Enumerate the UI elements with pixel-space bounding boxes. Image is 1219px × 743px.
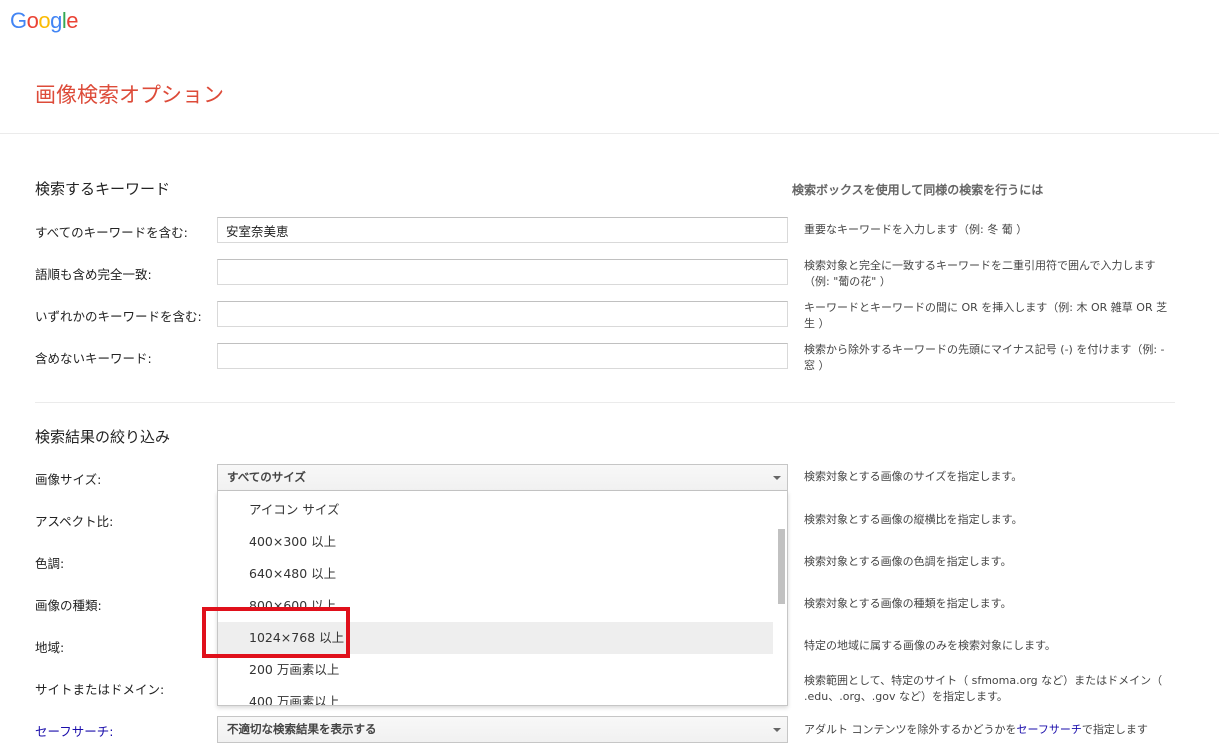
site-domain-help: 検索範囲として、特定のサイト（ sfmoma.org など）またはドメイン（ .… — [804, 674, 1163, 703]
color-label: 色調: — [35, 556, 65, 571]
color-help: 検索対象とする画像の色調を指定します。 — [804, 555, 1012, 568]
safesearch-help-suffix: で指定します — [1081, 723, 1148, 736]
any-words-label: いずれかのキーワードを含む: — [35, 309, 202, 324]
size-option-icon[interactable]: アイコン サイズ — [218, 494, 773, 526]
dropdown-arrow-icon — [773, 728, 781, 732]
site-domain-label: サイトまたはドメイン: — [35, 682, 165, 697]
image-type-label: 画像の種類: — [35, 598, 102, 613]
all-words-input[interactable] — [217, 217, 788, 243]
keywords-section-title: 検索するキーワード — [35, 180, 171, 198]
exclude-words-input[interactable] — [217, 343, 788, 369]
logo-letter: o — [26, 8, 39, 33]
image-type-help: 検索対象とする画像の種類を指定します。 — [804, 597, 1012, 610]
aspect-ratio-help: 検索対象とする画像の縦横比を指定します。 — [804, 513, 1023, 526]
all-words-label: すべてのキーワードを含む: — [35, 225, 188, 240]
logo-letter: g — [50, 8, 62, 33]
size-option-2mp[interactable]: 200 万画素以上 — [218, 654, 773, 686]
any-words-input[interactable] — [217, 301, 788, 327]
exact-phrase-help: 検索対象と完全に一致するキーワードを二重引用符で囲んで入力します（例: "葡の花… — [804, 259, 1156, 288]
size-option-640x480[interactable]: 640×480 以上 — [218, 558, 773, 590]
dropdown-arrow-icon — [773, 476, 781, 480]
region-help: 特定の地域に属する画像のみを検索対象にします。 — [804, 639, 1056, 652]
page-title: 画像検索オプション — [35, 83, 224, 107]
region-label: 地域: — [35, 640, 65, 655]
image-size-dropdown-list[interactable]: アイコン サイズ 400×300 以上 640×480 以上 800×600 以… — [217, 491, 788, 706]
logo-letter: o — [38, 8, 51, 33]
image-size-help: 検索対象とする画像のサイズを指定します。 — [804, 470, 1023, 483]
size-option-400x300[interactable]: 400×300 以上 — [218, 526, 773, 558]
safesearch-select[interactable]: 不適切な検索結果を表示する — [217, 716, 788, 743]
section-divider — [35, 402, 1175, 403]
exact-phrase-label: 語順も含め完全一致: — [35, 267, 152, 282]
safesearch-help: アダルト コンテンツを除外するかどうかをセーフサーチで指定します — [804, 722, 1174, 738]
help-header: 検索ボックスを使用して同様の検索を行うには — [792, 183, 1044, 197]
image-size-label: 画像サイズ: — [35, 472, 102, 487]
header-divider — [0, 133, 1219, 134]
exclude-words-label: 含めないキーワード: — [35, 351, 152, 366]
image-size-value: すべてのサイズ — [227, 470, 306, 484]
filter-section-title: 検索結果の絞り込み — [35, 428, 171, 446]
annotation-highlight-box — [202, 607, 350, 658]
aspect-ratio-label: アスペクト比: — [35, 514, 114, 529]
exact-phrase-input[interactable] — [217, 259, 788, 285]
dropdown-scrollbar[interactable] — [778, 529, 785, 604]
size-option-4mp[interactable]: 400 万画素以上 — [218, 686, 773, 705]
safesearch-value: 不適切な検索結果を表示する — [227, 722, 377, 736]
exclude-words-help: 検索から除外するキーワードの先頭にマイナス記号 (-) を付けます（例: -窓 … — [804, 343, 1165, 372]
logo-letter: G — [10, 8, 27, 33]
google-logo[interactable]: Google — [10, 8, 79, 34]
safesearch-help-prefix: アダルト コンテンツを除外するかどうかを — [804, 723, 1017, 736]
all-words-help: 重要なキーワードを入力します（例: 冬 葡 ） — [804, 223, 1028, 236]
image-size-select[interactable]: すべてのサイズ — [217, 464, 788, 491]
logo-letter: e — [66, 8, 79, 33]
safesearch-label-link[interactable]: セーフサーチ: — [35, 721, 113, 740]
any-words-help: キーワードとキーワードの間に OR を挿入します（例: 木 OR 雑草 OR 芝… — [804, 301, 1168, 330]
safesearch-help-link[interactable]: セーフサーチ — [1017, 723, 1082, 736]
